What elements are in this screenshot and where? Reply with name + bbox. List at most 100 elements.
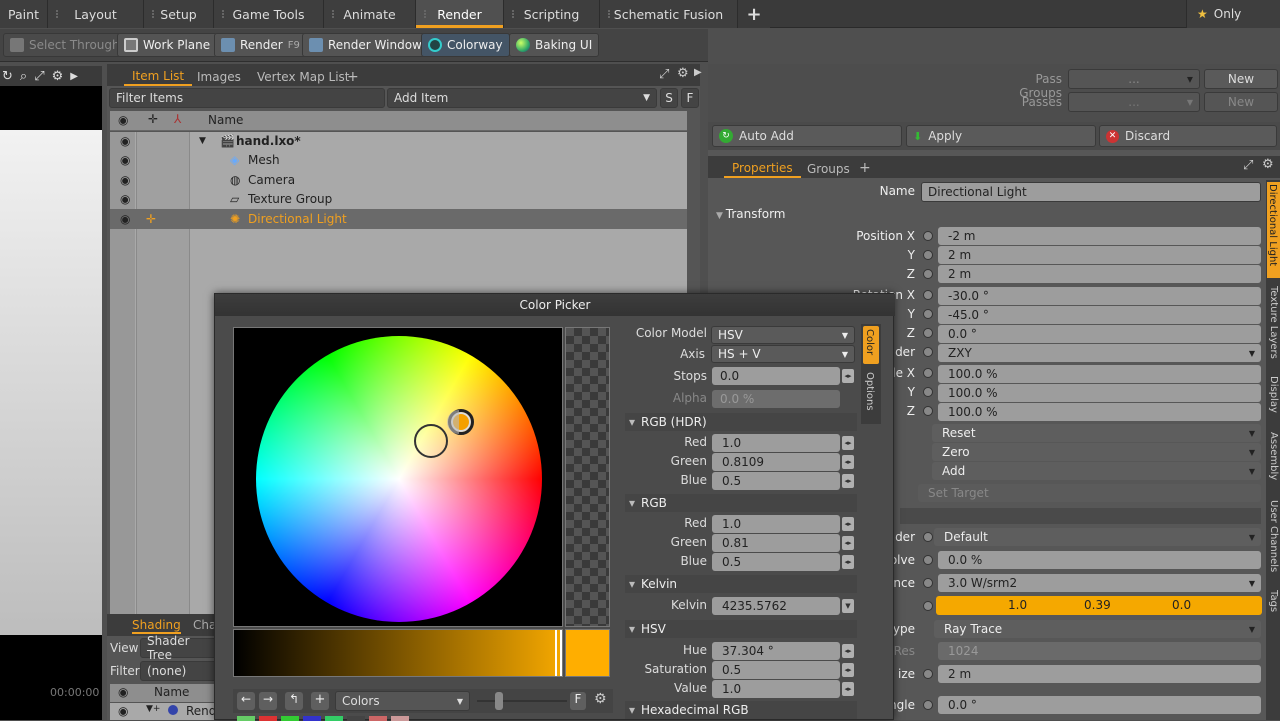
- play-icon[interactable]: ▶: [694, 67, 702, 78]
- tab-render[interactable]: Render: [416, 0, 504, 28]
- side-tab-directional-light[interactable]: Directional Light: [1267, 182, 1280, 278]
- tab-channels[interactable]: Cha: [193, 618, 216, 632]
- rotation-order-dropdown[interactable]: ZXY: [938, 344, 1261, 362]
- tab-properties[interactable]: Properties: [724, 159, 801, 178]
- colors-dropdown[interactable]: Colors ▼: [335, 691, 470, 711]
- keyframe-dot[interactable]: [923, 700, 933, 710]
- keyframe-dot[interactable]: [923, 669, 933, 679]
- alpha-strip[interactable]: [565, 327, 610, 627]
- stops-stepper[interactable]: ◂▸: [842, 369, 854, 383]
- hdr-blue-field[interactable]: 0.5: [712, 472, 840, 490]
- eye-icon[interactable]: ◉: [120, 134, 130, 148]
- keyframe-dot[interactable]: [923, 532, 933, 542]
- spot-size-field[interactable]: 2 m: [938, 665, 1261, 683]
- map-res-field[interactable]: 1024: [938, 642, 1261, 660]
- keyframe-dot[interactable]: [923, 347, 933, 357]
- tab-game-tools[interactable]: Game Tools: [214, 0, 324, 28]
- side-tab-tags[interactable]: Tags: [1268, 590, 1280, 620]
- keyframe-dot[interactable]: [923, 250, 933, 260]
- hex-section[interactable]: Hexadecimal RGB: [625, 701, 857, 719]
- new-pass-button[interactable]: New: [1204, 92, 1278, 112]
- hue-stepper[interactable]: ◂▸: [842, 644, 854, 658]
- eye-icon[interactable]: ◉: [120, 192, 130, 206]
- side-tab-color[interactable]: Color: [863, 326, 879, 364]
- gear-icon[interactable]: ⚙: [677, 66, 689, 81]
- kelvin-field[interactable]: 4235.5762: [712, 597, 840, 615]
- name-column-header[interactable]: Name: [208, 113, 243, 127]
- tab-groups[interactable]: Groups: [799, 159, 858, 178]
- tab-animate[interactable]: Animate: [324, 0, 416, 28]
- swatch[interactable]: [281, 716, 299, 721]
- arrow-left-icon[interactable]: ←: [237, 692, 255, 710]
- rgb-blue-field[interactable]: 0.5: [712, 553, 840, 571]
- add-swatch-icon[interactable]: +: [311, 692, 329, 710]
- render-button[interactable]: Render F9: [214, 33, 307, 57]
- dissolve-field[interactable]: 0.0 %: [938, 551, 1261, 569]
- color-field[interactable]: 1.0 0.39 0.0: [936, 596, 1262, 615]
- rgb-red-field[interactable]: 1.0: [712, 515, 840, 533]
- maximize-icon[interactable]: ⤢: [659, 67, 669, 82]
- rotation-z-field[interactable]: 0.0 °: [938, 325, 1261, 343]
- render-dropdown[interactable]: Default: [934, 528, 1261, 546]
- swatch-size-slider[interactable]: [477, 700, 567, 702]
- kelvin-dropdown-button[interactable]: ▼: [842, 599, 854, 613]
- rgb-green-field[interactable]: 0.81: [712, 534, 840, 552]
- gear-icon[interactable]: ⚙: [1262, 157, 1274, 172]
- rotation-x-field[interactable]: -30.0 °: [938, 287, 1261, 305]
- render-window-button[interactable]: Render Window: [302, 33, 429, 57]
- tab-schematic-fusion[interactable]: Schematic Fusion: [600, 0, 738, 28]
- scale-z-field[interactable]: 100.0 %: [938, 403, 1261, 421]
- scale-x-field[interactable]: 100.0 %: [938, 365, 1261, 383]
- keyframe-dot[interactable]: [923, 406, 933, 416]
- tab-images[interactable]: Images: [189, 67, 249, 86]
- hdr-red-stepper[interactable]: ◂▸: [842, 436, 854, 450]
- add-tab-button[interactable]: +: [738, 0, 770, 28]
- apply-button[interactable]: ⬇ Apply: [906, 125, 1096, 147]
- baking-ui-button[interactable]: Baking UI: [509, 33, 600, 57]
- color-picker-title-bar[interactable]: Color Picker: [215, 294, 895, 316]
- kelvin-section[interactable]: Kelvin: [625, 575, 857, 593]
- keyframe-dot[interactable]: [923, 387, 933, 397]
- position-z-field[interactable]: 2 m: [938, 265, 1261, 283]
- add-item-dropdown[interactable]: Add Item ▼: [387, 88, 657, 108]
- collapse-triangle-icon[interactable]: ▼+: [146, 704, 160, 714]
- eye-icon[interactable]: ◉: [120, 173, 130, 187]
- position-y-field[interactable]: 2 m: [938, 246, 1261, 264]
- keyframe-dot[interactable]: [923, 290, 933, 300]
- rgb-red-stepper[interactable]: ◂▸: [842, 517, 854, 531]
- gear-icon[interactable]: ⚙: [52, 69, 64, 84]
- play-icon[interactable]: ▶: [70, 71, 78, 82]
- swatch[interactable]: [303, 716, 321, 721]
- work-plane-button[interactable]: Work Plane: [117, 33, 218, 57]
- list-item[interactable]: ◉ ▱ Texture Group: [110, 189, 687, 209]
- tab-item-list[interactable]: Item List: [124, 67, 193, 86]
- add-dropdown[interactable]: Add: [932, 462, 1261, 480]
- passes-dropdown[interactable]: ... ▼: [1068, 92, 1200, 112]
- color-model-dropdown[interactable]: HSV ▼: [711, 326, 855, 344]
- add-panel-tab-button[interactable]: +: [851, 158, 879, 177]
- alpha-field[interactable]: 0.0 %: [712, 390, 840, 408]
- hsv-section[interactable]: HSV: [625, 620, 857, 638]
- color-selector-ring[interactable]: [414, 424, 448, 458]
- zero-dropdown[interactable]: Zero: [932, 443, 1261, 461]
- swatch-size-handle[interactable]: [495, 692, 503, 710]
- value-stepper[interactable]: ◂▸: [842, 682, 854, 696]
- lock-column-icon[interactable]: ✛: [148, 112, 158, 126]
- keyframe-dot[interactable]: [923, 269, 933, 279]
- position-x-field[interactable]: -2 m: [938, 227, 1261, 245]
- rgb-green-stepper[interactable]: ◂▸: [842, 536, 854, 550]
- color-wheel-area[interactable]: [233, 327, 563, 627]
- color-wheel[interactable]: [256, 336, 542, 622]
- keyframe-dot[interactable]: [923, 328, 933, 338]
- swatch[interactable]: [325, 716, 343, 721]
- axes-column-icon[interactable]: ⅄: [174, 112, 181, 126]
- s-button[interactable]: S: [660, 88, 678, 108]
- saturation-stepper[interactable]: ◂▸: [842, 663, 854, 677]
- tab-layout[interactable]: Layout: [48, 0, 144, 28]
- keyframe-dot[interactable]: [923, 555, 933, 565]
- name-column-header[interactable]: Name: [154, 685, 189, 699]
- reset-dropdown[interactable]: Reset: [932, 424, 1261, 442]
- name-field[interactable]: Directional Light: [921, 182, 1261, 202]
- swatch[interactable]: [369, 716, 387, 721]
- rgb-hdr-section[interactable]: RGB (HDR): [625, 413, 857, 431]
